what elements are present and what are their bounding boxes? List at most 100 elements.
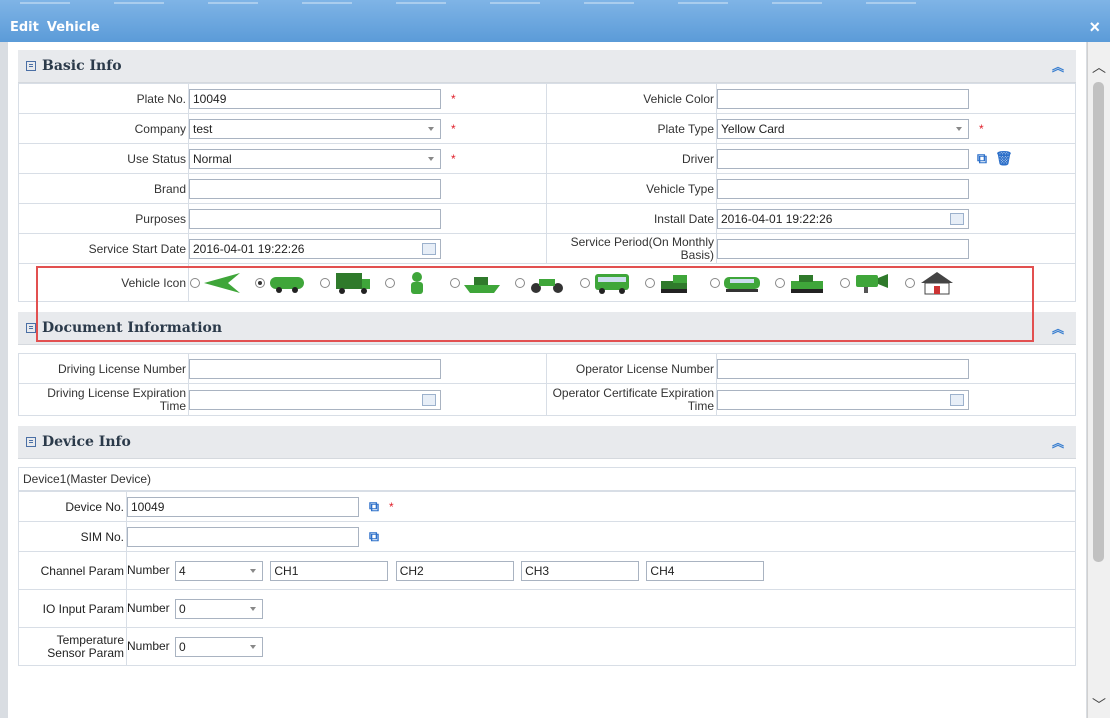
calendar-icon[interactable] — [950, 393, 964, 406]
copy-icon[interactable]: ⧉ — [977, 150, 987, 167]
motorcycle-icon[interactable] — [527, 271, 567, 295]
device-no-input[interactable]: 10049 — [127, 496, 359, 517]
channel-param-label: Channel Param — [18, 551, 127, 590]
vehicle-type-input[interactable] — [717, 178, 969, 199]
company-select[interactable]: test — [189, 118, 441, 139]
channel-count-select[interactable]: 4 — [175, 560, 264, 581]
driving-license-number-label: Driving License Number — [18, 353, 189, 384]
car-icon[interactable] — [267, 271, 307, 295]
person-icon[interactable] — [397, 271, 437, 295]
service-period-input[interactable] — [717, 238, 969, 259]
io-count-value: 0 — [179, 601, 186, 616]
plate-type-select-value: Yellow Card — [721, 121, 785, 136]
operator-certificate-expiration-input[interactable] — [717, 389, 969, 410]
company-label: Company — [18, 113, 189, 144]
channel-3-input[interactable]: CH3 — [521, 560, 640, 581]
required-mark: * — [389, 499, 394, 514]
vehicle-color-input[interactable] — [717, 88, 969, 109]
vehicle-icon-radio[interactable] — [385, 277, 395, 288]
io-input-param-label: IO Input Param — [18, 589, 127, 628]
operator-license-number-input[interactable] — [717, 358, 969, 379]
operator-certificate-expiration-label: Operator Certificate Expiration Time — [546, 383, 717, 416]
copy-icon[interactable]: ⧉ — [369, 498, 379, 515]
bus-icon[interactable] — [592, 271, 632, 295]
company-select-value: test — [193, 121, 213, 136]
plate-no-input[interactable]: 10049 — [189, 88, 441, 109]
scroll-up-icon[interactable]: ︿ — [1088, 56, 1110, 78]
chevron-down-icon — [428, 126, 434, 131]
basic-info-header[interactable]: Basic Info ︽ — [18, 50, 1076, 83]
calendar-icon[interactable] — [422, 242, 436, 255]
driving-license-number-input[interactable] — [189, 358, 441, 379]
channel-4-input[interactable]: CH4 — [646, 560, 765, 581]
vehicle-icon-radio[interactable] — [905, 277, 915, 288]
train-icon[interactable] — [722, 271, 762, 295]
purposes-input[interactable] — [189, 208, 441, 229]
channel-1-input[interactable]: CH1 — [270, 560, 389, 581]
background-menu-strip — [20, 2, 970, 10]
driver-input[interactable] — [717, 148, 969, 169]
install-date-label: Install Date — [546, 203, 717, 234]
trash-icon[interactable]: 🗑 — [995, 150, 1013, 167]
calendar-icon[interactable] — [422, 393, 436, 406]
brand-input[interactable] — [189, 178, 441, 199]
vehicle-icon-radio[interactable] — [840, 277, 850, 288]
chevron-down-icon — [250, 606, 257, 611]
install-date-input[interactable]: 2016-04-01 19:22:26 — [717, 208, 969, 229]
boat-icon[interactable] — [462, 271, 502, 295]
vehicle-icon-radio[interactable] — [580, 277, 590, 288]
vehicle-icon-radio[interactable] — [515, 277, 525, 288]
document-section: Document Information ︽ Driving License N… — [18, 312, 1076, 416]
vehicle-icon-radio[interactable] — [450, 277, 460, 288]
device-header[interactable]: Device Info ︽ — [18, 426, 1076, 459]
number-label: Number — [127, 600, 170, 615]
purposes-label: Purposes — [18, 203, 189, 234]
use-status-select[interactable]: Normal — [189, 148, 441, 169]
scrollbar[interactable]: ︿ ﹀ — [1087, 42, 1110, 718]
collapse-icon[interactable]: ︽ — [1052, 58, 1064, 75]
number-label: Number — [127, 638, 170, 653]
temperature-count-value: 0 — [179, 639, 186, 654]
scrollbar-thumb[interactable] — [1093, 82, 1104, 562]
vehicle-icon-radio[interactable] — [255, 277, 265, 288]
collapse-icon[interactable]: ︽ — [1052, 320, 1064, 337]
document-header[interactable]: Document Information ︽ — [18, 312, 1076, 345]
temperature-count-select[interactable]: 0 — [175, 636, 264, 657]
temperature-sensor-label: Temperature Sensor Param — [18, 627, 127, 666]
brand-label: Brand — [18, 173, 189, 204]
copy-icon[interactable]: ⧉ — [369, 528, 379, 545]
basic-info-section: Basic Info ︽ Plate No. 10049 * Vehicle Co… — [18, 50, 1076, 302]
arrow-icon[interactable] — [202, 271, 242, 295]
service-start-input[interactable]: 2016-04-01 19:22:26 — [189, 238, 441, 259]
vehicle-color-label: Vehicle Color — [546, 83, 717, 114]
camera-icon[interactable] — [852, 271, 892, 295]
collapse-icon[interactable]: ︽ — [1052, 434, 1064, 451]
driving-license-expiration-input[interactable] — [189, 389, 441, 410]
vehicle-icon-radio[interactable] — [710, 277, 720, 288]
plate-type-select[interactable]: Yellow Card — [717, 118, 969, 139]
vehicle-icon-radio[interactable] — [190, 277, 200, 288]
tank-icon[interactable] — [787, 271, 827, 295]
excavator-icon[interactable] — [657, 271, 697, 295]
channel-2-input[interactable]: CH2 — [395, 560, 514, 581]
service-start-value: 2016-04-01 19:22:26 — [193, 241, 305, 256]
io-count-select[interactable]: 0 — [175, 598, 264, 619]
sim-no-input[interactable] — [127, 526, 359, 547]
house-icon[interactable] — [917, 271, 957, 295]
vehicle-icon-radio[interactable] — [775, 277, 785, 288]
vehicle-icon-radio[interactable] — [320, 277, 330, 288]
channel-count-value: 4 — [179, 563, 186, 578]
required-mark: * — [451, 121, 456, 136]
plate-type-label: Plate Type — [546, 113, 717, 144]
vehicle-icon-radio[interactable] — [645, 277, 655, 288]
section-title: Basic Info — [42, 58, 122, 74]
scroll-down-icon[interactable]: ﹀ — [1088, 694, 1110, 716]
truck-icon[interactable] — [332, 271, 372, 295]
sim-no-label: SIM No. — [18, 521, 127, 552]
calendar-icon[interactable] — [950, 212, 964, 225]
use-status-select-value: Normal — [193, 151, 232, 166]
close-icon[interactable]: × — [1089, 18, 1100, 36]
title-object: Vehicle — [46, 20, 100, 35]
title-edit: Edit — [10, 20, 39, 35]
use-status-label: Use Status — [18, 143, 189, 174]
